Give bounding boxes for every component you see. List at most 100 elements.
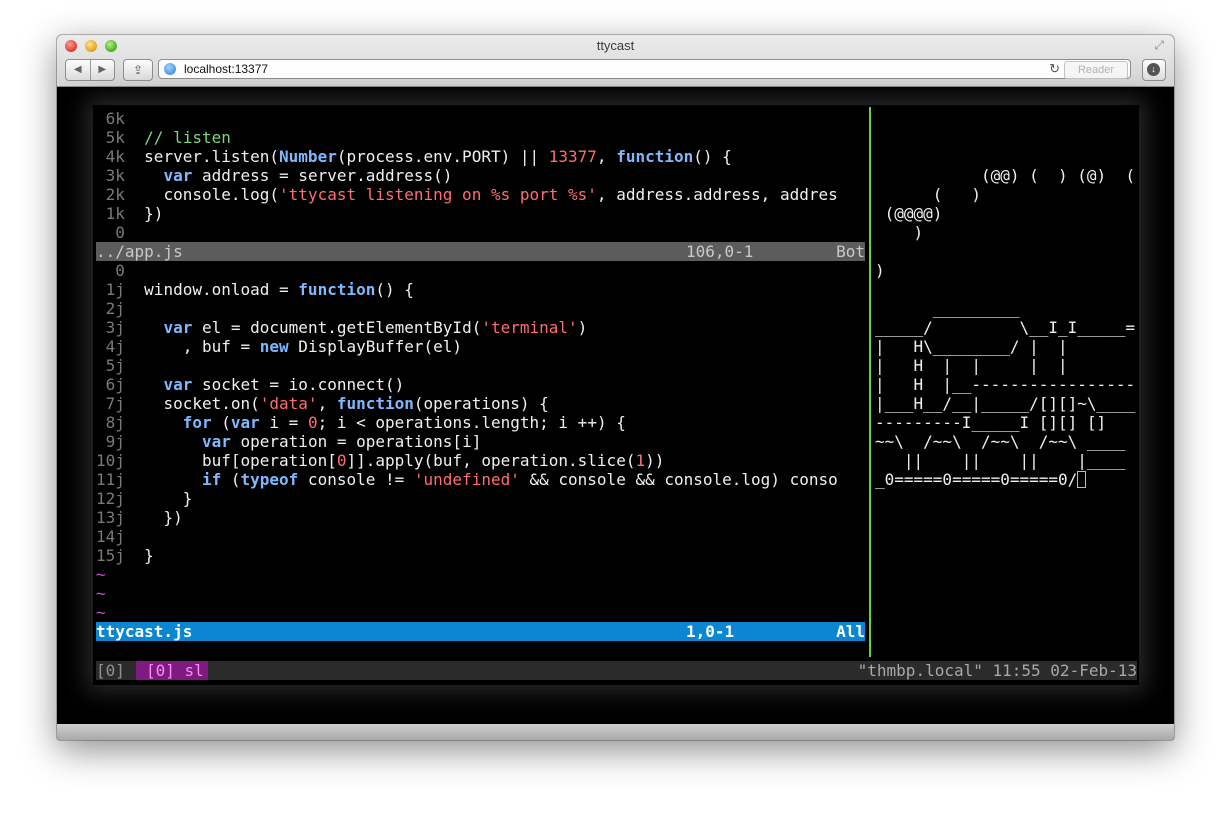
url-text[interactable]: localhost:13377 (184, 62, 268, 76)
code-token: () { (693, 147, 732, 166)
code-token: server.listen( (144, 147, 280, 166)
line-number: 14j (96, 527, 145, 546)
sl-line: (@@) ( ) (@) ( (875, 166, 1137, 185)
reload-icon[interactable]: ↻ (1049, 61, 1060, 77)
window-title: ttycast (596, 38, 635, 53)
window-footer (57, 724, 1174, 740)
line-number: 11j (96, 470, 145, 489)
code-line: 3j var el = document.getElementById('ter… (96, 318, 864, 337)
code-token: window.onload = (144, 280, 299, 299)
code-line: 11j if (typeof console != 'undefined' &&… (96, 470, 864, 489)
sl-line: || || || |____ (875, 451, 1137, 470)
code-token: 'ttycast listening on %s port %s' (279, 185, 597, 204)
sl-text: ~~\ /~~\ /~~\ /~~\ ____ (875, 432, 1126, 451)
line-number: 3j (96, 318, 145, 337)
sl-text: ( ) (875, 185, 981, 204)
code-token: ( (221, 470, 241, 489)
line-number: 10j (96, 451, 145, 470)
back-forward-buttons: ◀ ▶ (65, 59, 115, 81)
sl-line: _________ (875, 299, 1137, 318)
code-line: 8j for (var i = 0; i < operations.length… (96, 413, 864, 432)
code-line: 3k var address = server.address() (96, 166, 864, 185)
sl-line (875, 147, 1137, 166)
code-token: function (336, 394, 414, 413)
fullscreen-icon[interactable]: ⤢ (1154, 38, 1164, 53)
sl-line: ---------I_____I [][] [] (875, 413, 1137, 432)
line-number: 0 (96, 223, 145, 242)
terminal-cursor (1077, 471, 1087, 488)
pane-divider[interactable] (869, 107, 871, 657)
sl-line: ) (875, 261, 1137, 280)
code-token: if (201, 470, 222, 489)
sl-line (875, 242, 1137, 261)
sl-line: ( ) (875, 185, 1137, 204)
line-number: 7j (96, 394, 145, 413)
line-number: 5j (96, 356, 145, 375)
sl-line: ~~\ /~~\ /~~\ /~~\ ____ (875, 432, 1137, 451)
code-token: for (182, 413, 212, 432)
code-line: 12j } (96, 489, 864, 508)
line-number: 1j (96, 280, 145, 299)
code-token: console.log( (144, 185, 280, 204)
code-token: var (230, 413, 260, 432)
line-number: 13j (96, 508, 145, 527)
line-number: 4k (96, 147, 145, 166)
forward-button[interactable]: ▶ (91, 60, 115, 80)
sl-text: _____/ \__I_I_____= (875, 318, 1136, 337)
code-line: 15j } (96, 546, 864, 565)
code-line: 7j socket.on('data', function(operations… (96, 394, 864, 413)
terminal[interactable]: 6k 5k // listen 4k server.listen(Number(… (93, 105, 1139, 685)
code-token: () { (375, 280, 414, 299)
sl-line (875, 280, 1137, 299)
empty-buffer-line: ~ (96, 565, 106, 584)
code-token: function (616, 147, 694, 166)
code-token: 0 (307, 413, 318, 432)
code-token: var (163, 375, 193, 394)
tmux-host-clock: "thmbp.local" 11:55 02-Feb-13 (857, 661, 1137, 680)
download-icon: ↓ (1147, 63, 1160, 76)
downloads-button[interactable]: ↓ (1142, 59, 1166, 81)
reader-button[interactable]: Reader (1064, 61, 1128, 79)
code-token: 1 (635, 451, 646, 470)
address-bar[interactable]: localhost:13377 ↻ Reader (158, 59, 1131, 79)
statusline-position: 106,0-1 (686, 242, 754, 261)
code-line: 1j window.onload = function() { (96, 280, 864, 299)
sl-text: | H\________/ | | (875, 337, 1068, 356)
code-token: new (259, 337, 289, 356)
statusline-filename: ttycast.js (96, 622, 193, 641)
browser-toolbar: ttycast ⤢ ◀ ▶ ⇪ localhost:13377 ↻ Reader… (57, 35, 1174, 87)
sl-line: ) (875, 223, 1137, 242)
code-line: 6j var socket = io.connect() (96, 375, 864, 394)
code-line: 1k }) (96, 204, 864, 223)
sl-line: | H |__----------------- (875, 375, 1137, 394)
code-token: function (298, 280, 376, 299)
vim-statusline-active: ttycast.js 1,0-1 All (96, 622, 865, 641)
share-button[interactable]: ⇪ (123, 59, 153, 81)
line-number: 5k (96, 128, 145, 147)
code-token: , address.address, addres (596, 185, 838, 204)
sl-line: _____/ \__I_I_____= (875, 318, 1137, 337)
code-token: }) (144, 204, 164, 223)
page-content: 6k 5k // listen 4k server.listen(Number(… (57, 87, 1174, 724)
empty-buffer-line: ~ (96, 584, 106, 603)
sl-line: |___H__/__|_____/[][]~\____ (875, 394, 1137, 413)
line-number: 12j (96, 489, 145, 508)
sl-line: _0=====0=====0=====0/ (875, 470, 1137, 489)
code-token: } (144, 546, 154, 565)
code-token: && console && console.log) conso (519, 470, 838, 489)
line-number: 4j (96, 337, 145, 356)
sl-text: || || || |____ (875, 451, 1126, 470)
back-button[interactable]: ◀ (66, 60, 91, 80)
code-token: Number (279, 147, 337, 166)
tmux-window-tab[interactable]: [0] sl (136, 661, 208, 680)
sl-line: | H\________/ | | (875, 337, 1137, 356)
sl-line: (@@@@) (875, 204, 1137, 223)
code-line: 5j (96, 356, 864, 375)
code-token: , (596, 147, 617, 166)
line-number: 15j (96, 546, 145, 565)
code-token: var (163, 318, 193, 337)
code-token: DisplayBuffer(el) (288, 337, 463, 356)
